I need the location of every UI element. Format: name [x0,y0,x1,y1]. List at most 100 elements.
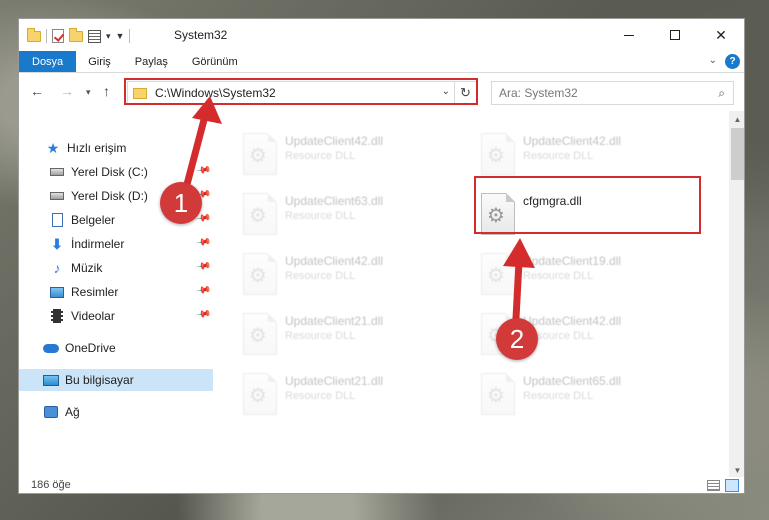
pin-icon[interactable]: 📌 [195,234,212,250]
properties-check-icon[interactable] [52,29,64,43]
file-item[interactable]: UpdateClient21.dll Resource DLL [237,371,467,423]
file-type: Resource DLL [523,390,594,402]
tab-view[interactable]: Görünüm [180,51,250,72]
file-name: UpdateClient42.dll [285,254,384,268]
dll-file-icon [481,373,515,415]
step-2-badge: 2 [496,318,538,360]
file-list: UpdateClient42.dll Resource DLL UpdateCli… [217,111,729,479]
chevron-down-icon[interactable]: ⌄ [442,86,450,97]
file-name: UpdateClient42.dll [523,314,622,328]
title-bar: ▾ ▼ System32 ✕ [19,19,744,51]
file-name: UpdateClient21.dll [285,314,384,328]
file-name: UpdateClient42.dll [285,134,384,148]
close-icon: ✕ [715,26,727,43]
sidebar-item-label: Resimler [71,285,119,299]
file-name: UpdateClient42.dll [523,134,622,148]
sidebar-item-label: Hızlı erişim [67,141,127,155]
documents-icon [49,213,65,227]
dll-file-icon [481,133,515,175]
search-box[interactable]: Ara: System32 ⌕ [491,81,734,105]
sidebar-item-quick-access[interactable]: ★ Hızlı erişim [19,137,213,159]
star-icon: ★ [46,139,60,156]
drive-icon [49,165,65,179]
dll-file-icon [481,193,515,235]
search-placeholder[interactable]: Ara: System32 [499,86,578,100]
forward-arrow-icon[interactable]: → [60,83,74,99]
sidebar-item-label: İndirmeler [71,237,125,251]
quick-access-toolbar: ▾ ▼ [27,27,131,45]
up-arrow-icon[interactable]: ↑ [103,83,110,99]
new-folder-icon[interactable] [69,27,83,42]
properties-icon[interactable] [88,29,101,43]
file-item[interactable]: UpdateClient21.dll Resource DLL [237,311,467,363]
close-button[interactable]: ✕ [698,19,744,51]
computer-icon [43,373,59,387]
help-icon[interactable]: ? [725,54,740,69]
sidebar-item-downloads[interactable]: ⬇ İndirmeler 📌 [19,233,213,255]
tab-file[interactable]: Dosya [19,51,77,72]
search-icon[interactable]: ⌕ [718,86,725,101]
file-item[interactable]: UpdateClient42.dll Resource DLL [237,251,467,303]
pin-icon[interactable]: 📌 [195,258,212,274]
navigation-pane: ★ Hızlı erişim Yerel Disk (C:) 📌 Yerel D… [19,111,213,479]
recent-locations-icon[interactable]: ▾ [86,87,91,98]
sidebar-item-label: Yerel Disk (C:) [71,165,148,179]
file-item[interactable]: UpdateClient19.dll Resource DLL [475,251,705,303]
details-view-icon[interactable] [707,480,720,491]
sidebar-item-music[interactable]: ♪ Müzik 📌 [19,257,213,279]
file-type: Resource DLL [285,150,356,162]
refresh-icon: ↻ [460,85,471,100]
tab-home[interactable]: Giriş [76,51,123,72]
file-item[interactable]: UpdateClient63.dll Resource DLL [237,191,467,243]
folder-icon [133,87,147,99]
sidebar-item-label: Belgeler [71,213,116,227]
status-bar: 186 öğe [19,477,744,493]
sidebar-item-videos[interactable]: Videolar 📌 [19,305,213,327]
file-item[interactable]: UpdateClient65.dll Resource DLL [475,371,705,423]
sidebar-item-label: Ağ [65,405,80,419]
toolbar-separator [46,29,47,43]
file-item[interactable]: UpdateClient42.dll Resource DLL [237,131,467,183]
explorer-window: ▾ ▼ System32 ✕ Dosya Giriş Paylaş Görünü… [18,18,745,494]
dll-file-icon [243,193,277,235]
file-name: UpdateClient65.dll [523,374,622,388]
maximize-button[interactable] [652,19,698,51]
refresh-button[interactable]: ↻ [454,82,476,104]
sidebar-item-local-disk-c[interactable]: Yerel Disk (C:) 📌 [19,161,213,183]
file-name: UpdateClient19.dll [523,254,622,268]
file-item[interactable]: UpdateClient42.dll Resource DLL [475,131,705,183]
address-path[interactable]: C:\Windows\System32 [155,86,276,100]
file-type: Resource DLL [285,210,356,222]
file-item-cfgmgra[interactable]: cfgmgra.dll [475,191,705,243]
dll-file-icon [481,253,515,295]
expand-ribbon-icon[interactable]: ⌄ [709,55,717,66]
vertical-scrollbar[interactable]: ▲ ▼ [729,111,744,479]
file-type: Resource DLL [285,270,356,282]
back-arrow-icon[interactable]: ← [30,83,44,99]
sidebar-item-network[interactable]: Ağ [19,401,213,423]
sidebar-item-onedrive[interactable]: OneDrive [19,337,213,359]
file-type: Resource DLL [523,270,594,282]
pin-icon[interactable]: 📌 [195,282,212,298]
folder-icon [27,27,41,42]
videos-icon [49,309,65,323]
scroll-up-icon[interactable]: ▲ [729,111,744,128]
navigation-bar: ← → ▾ ↑ C:\Windows\System32 ⌄ ↻ Ara: Sys… [19,73,744,111]
toolbar-separator [129,29,131,43]
sidebar-item-this-pc[interactable]: Bu bilgisayar [19,369,213,391]
sidebar-item-pictures[interactable]: Resimler 📌 [19,281,213,303]
large-icons-view-icon[interactable] [725,479,739,492]
music-icon: ♪ [53,260,61,276]
customize-toolbar-icon[interactable]: ▼ [116,31,125,41]
file-name: UpdateClient21.dll [285,374,384,388]
chevron-down-icon[interactable]: ▾ [106,31,111,42]
ribbon-tabs: Dosya Giriş Paylaş Görünüm ⌄ ? [19,51,744,73]
pin-icon[interactable]: 📌 [195,306,212,322]
tab-share[interactable]: Paylaş [123,51,180,72]
pin-icon[interactable]: 📌 [195,162,212,178]
address-bar[interactable]: C:\Windows\System32 ⌄ ↻ [127,81,477,105]
file-type: Resource DLL [523,150,594,162]
minimize-button[interactable] [606,19,652,51]
scroll-thumb[interactable] [731,128,744,180]
maximize-icon [670,30,680,40]
